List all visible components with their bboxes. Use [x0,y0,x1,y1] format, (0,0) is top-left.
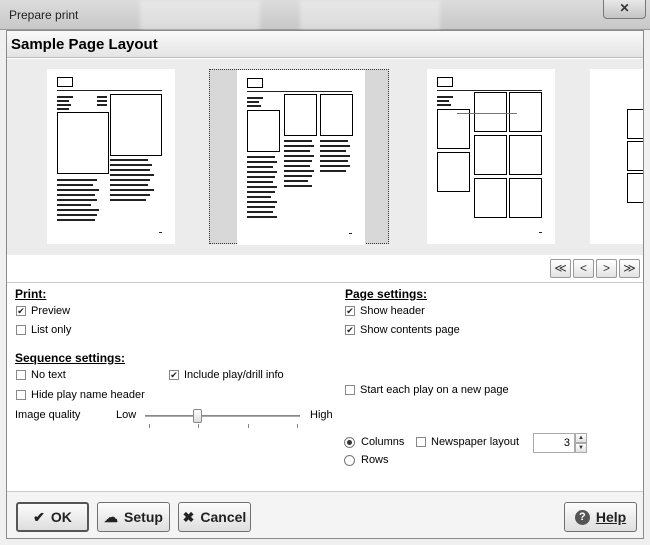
help-icon: ? [574,509,590,525]
checkmark-icon: ✔ [345,306,355,316]
checkmark-icon: ✔ [169,370,179,380]
help-label: Help [595,509,627,525]
ok-label: OK [50,509,72,525]
page-preview [47,69,175,244]
page-settings-title: Page settings: [345,287,428,301]
checkbox-box [16,390,26,400]
slider-tick [149,424,150,428]
close-button[interactable]: ✕ [603,0,646,19]
no-text-label: No text [31,369,66,381]
cancel-label: Cancel [200,509,247,525]
slider-tick [297,424,298,428]
window-title: Prepare print [9,8,79,22]
page-preview [427,69,555,244]
print-section-title: Print: [15,287,47,301]
checkmark-icon: ✔ [345,325,355,335]
checkbox-box [16,325,26,335]
page-preview [590,69,643,244]
title-bar: Prepare print ✕ [0,0,650,30]
checkbox-box [416,437,426,447]
preview-label: Preview [31,305,71,317]
slider-tick [248,424,249,428]
rows-radio[interactable]: Rows [344,454,389,466]
column-count-input[interactable]: 3 [533,433,575,453]
page-preview [237,70,365,245]
setup-button[interactable]: ☁ Setup [97,502,170,532]
layout-nav-bar: ≪ < > ≫ [7,255,643,283]
columns-radio[interactable]: Columns [344,436,404,448]
next-page-button[interactable]: > [596,259,617,278]
include-drill-checkbox[interactable]: ✔ Include play/drill info [169,369,284,381]
ok-button[interactable]: ✔ OK [16,502,89,532]
show-header-checkbox[interactable]: ✔ Show header [345,305,425,317]
radio-dot [344,454,355,466]
layout-thumb-4[interactable] [590,69,643,244]
include-drill-label: Include play/drill info [184,369,284,381]
layout-thumb-3[interactable] [400,69,580,244]
columns-label: Columns [361,436,405,448]
layout-thumb-1[interactable] [20,69,200,244]
quality-high-label: High [310,409,333,421]
slider-tick [198,424,199,428]
stepper-up-button[interactable]: ▲ [575,433,587,443]
list-only-label: List only [31,324,72,336]
checkbox-box [16,370,26,380]
double-chevron-left-icon: ≪ [554,261,567,275]
no-text-checkbox[interactable]: No text [16,369,66,381]
panel-title: Sample Page Layout [11,36,158,53]
panel-header: Sample Page Layout [7,31,643,58]
show-header-label: Show header [360,305,425,317]
cancel-button[interactable]: ✖ Cancel [178,502,251,532]
title-bar-blur [140,0,260,30]
triangle-up-icon: ▲ [578,435,584,441]
layout-strip [7,59,643,255]
list-only-checkbox[interactable]: List only [16,324,71,336]
checkbox-box [345,385,355,395]
checkmark-icon: ✔ [33,508,45,525]
chevron-left-icon: < [579,261,587,275]
quality-low-label: Low [116,409,137,421]
layout-thumb-2[interactable] [209,69,389,245]
title-bar-blur [300,0,440,30]
radio-dot [344,436,355,448]
newspaper-label: Newspaper layout [431,436,520,448]
show-contents-label: Show contents page [360,324,460,336]
hide-name-checkbox[interactable]: Hide play name header [16,389,145,401]
rows-label: Rows [361,454,389,466]
show-contents-checkbox[interactable]: ✔ Show contents page [345,324,460,336]
quality-slider-thumb[interactable] [193,409,202,423]
quality-slider-track[interactable] [145,415,300,417]
setup-icon: ☁ [104,508,119,525]
hide-name-label: Hide play name header [31,389,145,401]
dialog-footer: ✔ OK ☁ Setup ✖ Cancel ? Help [7,491,643,538]
checkmark-icon: ✔ [16,306,26,316]
setup-label: Setup [124,509,163,525]
triangle-down-icon: ▼ [578,445,584,451]
new-page-label: Start each play on a new page [360,384,509,396]
new-page-checkbox[interactable]: Start each play on a new page [345,384,509,396]
preview-checkbox[interactable]: ✔ Preview [16,305,70,317]
dialog-body: Sample Page Layout ≪ < > ≫ Print: ✔ Prev… [6,30,644,539]
sequence-section-title: Sequence settings: [15,351,126,365]
close-icon: ✕ [619,1,630,15]
help-button[interactable]: ? Help [564,502,637,532]
newspaper-checkbox[interactable]: Newspaper layout [416,436,519,448]
first-page-button[interactable]: ≪ [550,259,571,278]
cancel-icon: ✖ [182,508,195,525]
column-count-stepper: ▲ ▼ [575,433,587,453]
double-chevron-right-icon: ≫ [623,261,636,275]
last-page-button[interactable]: ≫ [619,259,640,278]
chevron-right-icon: > [602,261,610,275]
prev-page-button[interactable]: < [573,259,594,278]
image-quality-label: Image quality [15,409,81,421]
stepper-down-button[interactable]: ▼ [575,443,587,453]
